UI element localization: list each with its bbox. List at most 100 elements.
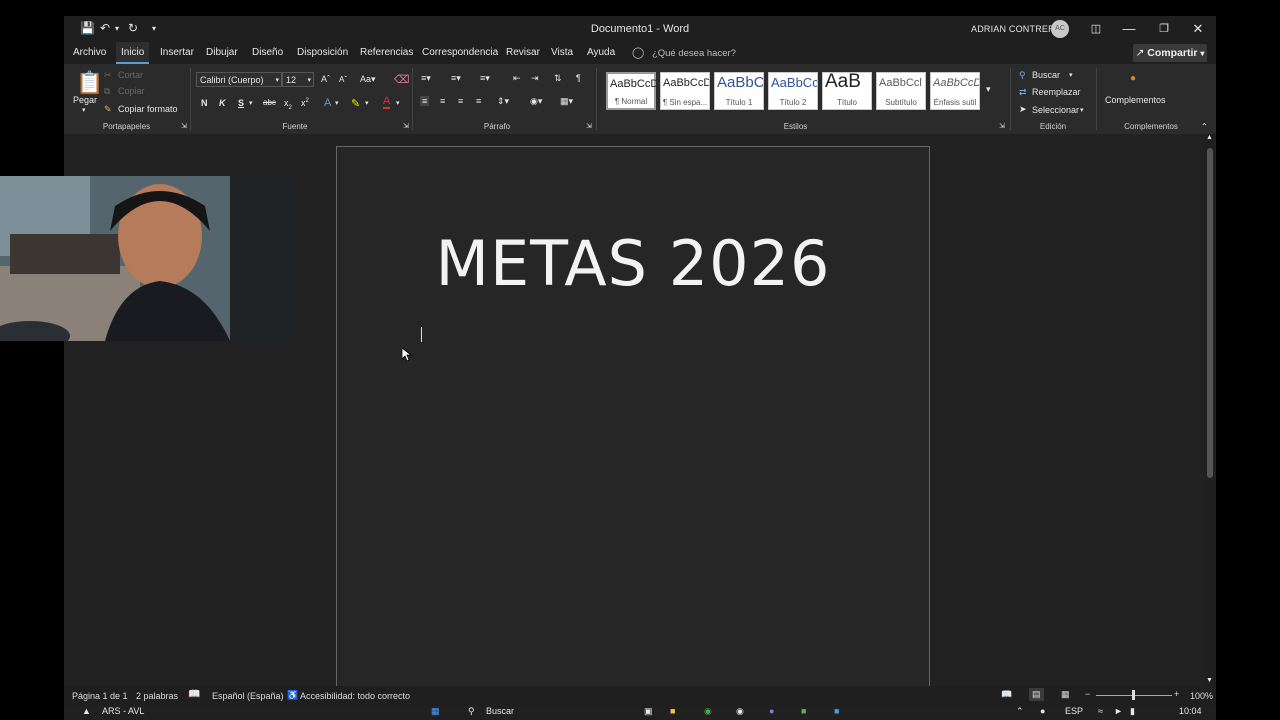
style-no-spacing[interactable]: AaBbCcD ¶ Sin espa... xyxy=(660,72,710,110)
clipboard-launcher-icon[interactable]: ⇲ xyxy=(181,122,187,130)
font-color-dropdown-icon[interactable]: ▾ xyxy=(396,99,400,107)
shrink-font-icon[interactable]: Aˇ xyxy=(339,75,347,84)
taskbar-search-label[interactable]: Buscar xyxy=(486,706,514,716)
paragraph-launcher-icon[interactable]: ⇲ xyxy=(586,122,592,130)
paste-button[interactable]: Pegar xyxy=(73,95,97,105)
battery-icon[interactable]: ▮ xyxy=(1130,706,1135,717)
read-mode-icon[interactable]: 📖 xyxy=(1001,689,1012,700)
tray-chevron-icon[interactable]: ⌃ xyxy=(1016,706,1024,717)
underline-dropdown-icon[interactable]: ▾ xyxy=(249,99,253,107)
tab-revisar[interactable]: Revisar xyxy=(506,42,540,64)
superscript-button[interactable]: x2 xyxy=(301,98,309,108)
search-icon[interactable]: ⚲ xyxy=(1019,70,1026,81)
styles-launcher-icon[interactable]: ⇲ xyxy=(999,122,1005,130)
clear-format-icon[interactable]: ⌫ xyxy=(394,73,410,86)
zoom-in-icon[interactable]: + xyxy=(1174,689,1179,699)
language-status[interactable]: Español (España) xyxy=(212,691,284,701)
strikethrough-button[interactable]: abc xyxy=(263,98,276,107)
cut-button[interactable]: Cortar xyxy=(118,70,143,80)
replace-icon[interactable]: ⇄ xyxy=(1019,87,1027,98)
cut-icon[interactable]: ✂ xyxy=(104,70,112,81)
align-left-icon[interactable]: ≡ xyxy=(420,96,430,106)
change-case-icon[interactable]: Aa▾ xyxy=(360,74,376,85)
tab-disposicion[interactable]: Disposición xyxy=(297,42,348,64)
file-explorer-icon[interactable]: ■ xyxy=(670,706,675,716)
underline-button[interactable]: S xyxy=(238,98,244,108)
scroll-up-icon[interactable]: ▲ xyxy=(1206,134,1213,141)
font-color-icon[interactable]: A xyxy=(383,96,391,109)
start-icon[interactable]: ▦ xyxy=(431,706,440,717)
clock-time[interactable]: 10:04 xyxy=(1179,706,1202,716)
style-subtitle[interactable]: AaBbCcl Subtítulo xyxy=(876,72,926,110)
input-language[interactable]: ESP xyxy=(1065,706,1083,716)
avatar[interactable]: AC xyxy=(1051,20,1069,38)
decrease-indent-icon[interactable]: ⇤ xyxy=(513,73,521,84)
find-button[interactable]: Buscar xyxy=(1032,70,1060,80)
tab-archivo[interactable]: Archivo xyxy=(73,42,106,64)
copy-button[interactable]: Copiar xyxy=(118,86,145,96)
highlight-dropdown-icon[interactable]: ▾ xyxy=(365,99,369,107)
style-heading-1[interactable]: AaBbC Título 1 xyxy=(714,72,764,110)
word-taskbar-icon[interactable]: ■ xyxy=(834,706,839,716)
font-name-combo[interactable]: Calibri (Cuerpo) ▾ xyxy=(196,72,282,87)
bullets-icon[interactable]: ≡▾ xyxy=(421,73,431,84)
minecraft-icon[interactable]: ■ xyxy=(801,706,806,716)
tab-referencias[interactable]: Referencias xyxy=(360,42,413,64)
proofing-icon[interactable]: 📖 xyxy=(188,689,200,700)
accessibility-status[interactable]: Accesibilidad: todo correcto xyxy=(300,691,410,701)
document-page[interactable]: METAS 2026 xyxy=(336,146,930,686)
web-layout-icon[interactable]: ▦ xyxy=(1061,689,1070,700)
stock-widget-label[interactable]: ARS - AVL xyxy=(102,706,144,716)
bold-button[interactable]: N xyxy=(201,98,208,108)
borders-icon[interactable]: ▦▾ xyxy=(560,96,573,107)
select-dropdown-icon[interactable]: ▾ xyxy=(1080,106,1084,114)
styles-more-icon[interactable]: ▾ xyxy=(986,84,991,95)
select-cursor-icon[interactable]: ➤ xyxy=(1019,104,1027,115)
addins-icon[interactable]: ● xyxy=(1130,73,1136,84)
search-icon[interactable]: ⚲ xyxy=(468,706,475,717)
print-layout-icon[interactable]: ▤ xyxy=(1029,688,1044,701)
copy-icon[interactable]: ⧉ xyxy=(104,86,110,97)
sort-icon[interactable]: ⇅ xyxy=(554,73,562,84)
grow-font-icon[interactable]: Aˆ xyxy=(321,74,330,84)
wifi-icon[interactable]: ≈ xyxy=(1098,706,1103,716)
paste-dropdown-icon[interactable]: ▾ xyxy=(82,106,86,114)
zoom-level[interactable]: 100% xyxy=(1190,691,1213,701)
replace-button[interactable]: Reemplazar xyxy=(1032,87,1081,97)
collapse-ribbon-icon[interactable]: ⌃ xyxy=(1201,122,1208,131)
scrollbar-thumb[interactable] xyxy=(1207,148,1213,478)
style-normal[interactable]: AaBbCcD ¶ Normal xyxy=(606,72,656,110)
show-marks-icon[interactable]: ¶ xyxy=(576,73,581,83)
vertical-scrollbar[interactable]: ▲ ▼ xyxy=(1204,134,1216,686)
subscript-button[interactable]: x2 xyxy=(284,98,292,111)
numbering-icon[interactable]: ≡▾ xyxy=(451,73,461,84)
text-effects-dropdown-icon[interactable]: ▾ xyxy=(335,99,339,107)
line-spacing-icon[interactable]: ⇕▾ xyxy=(497,96,509,107)
select-button[interactable]: Seleccionar xyxy=(1032,105,1079,115)
task-view-icon[interactable]: ▣ xyxy=(644,706,653,717)
tell-me-search[interactable]: ◯ ¿Qué desea hacer? xyxy=(632,42,736,64)
zoom-slider-thumb[interactable] xyxy=(1132,690,1135,700)
page-count[interactable]: Página 1 de 1 xyxy=(72,691,128,701)
tab-diseno[interactable]: Diseño xyxy=(252,42,283,64)
ribbon-display-icon[interactable]: ◫ xyxy=(1085,19,1107,39)
stock-widget-icon[interactable]: ▲ xyxy=(82,706,91,716)
tab-insertar[interactable]: Insertar xyxy=(160,42,194,64)
font-launcher-icon[interactable]: ⇲ xyxy=(403,122,409,130)
volume-icon[interactable]: ► xyxy=(1114,706,1123,716)
align-right-icon[interactable]: ≡ xyxy=(458,96,463,106)
close-icon[interactable]: ✕ xyxy=(1187,19,1209,39)
increase-indent-icon[interactable]: ⇥ xyxy=(531,73,539,84)
github-icon[interactable]: ◉ xyxy=(736,706,744,717)
justify-icon[interactable]: ≡ xyxy=(476,96,481,106)
italic-button[interactable]: K xyxy=(219,98,226,108)
style-heading-2[interactable]: AaBbCc Título 2 xyxy=(768,72,818,110)
format-painter-button[interactable]: Copiar formato xyxy=(118,104,178,114)
tab-ayuda[interactable]: Ayuda xyxy=(587,42,615,64)
font-size-combo[interactable]: 12 ▾ xyxy=(282,72,314,87)
text-effects-icon[interactable]: A xyxy=(324,97,331,109)
tab-dibujar[interactable]: Dibujar xyxy=(206,42,238,64)
align-center-icon[interactable]: ≡ xyxy=(440,96,445,106)
minimize-icon[interactable]: — xyxy=(1118,19,1140,39)
document-heading[interactable]: METAS 2026 xyxy=(337,227,929,300)
